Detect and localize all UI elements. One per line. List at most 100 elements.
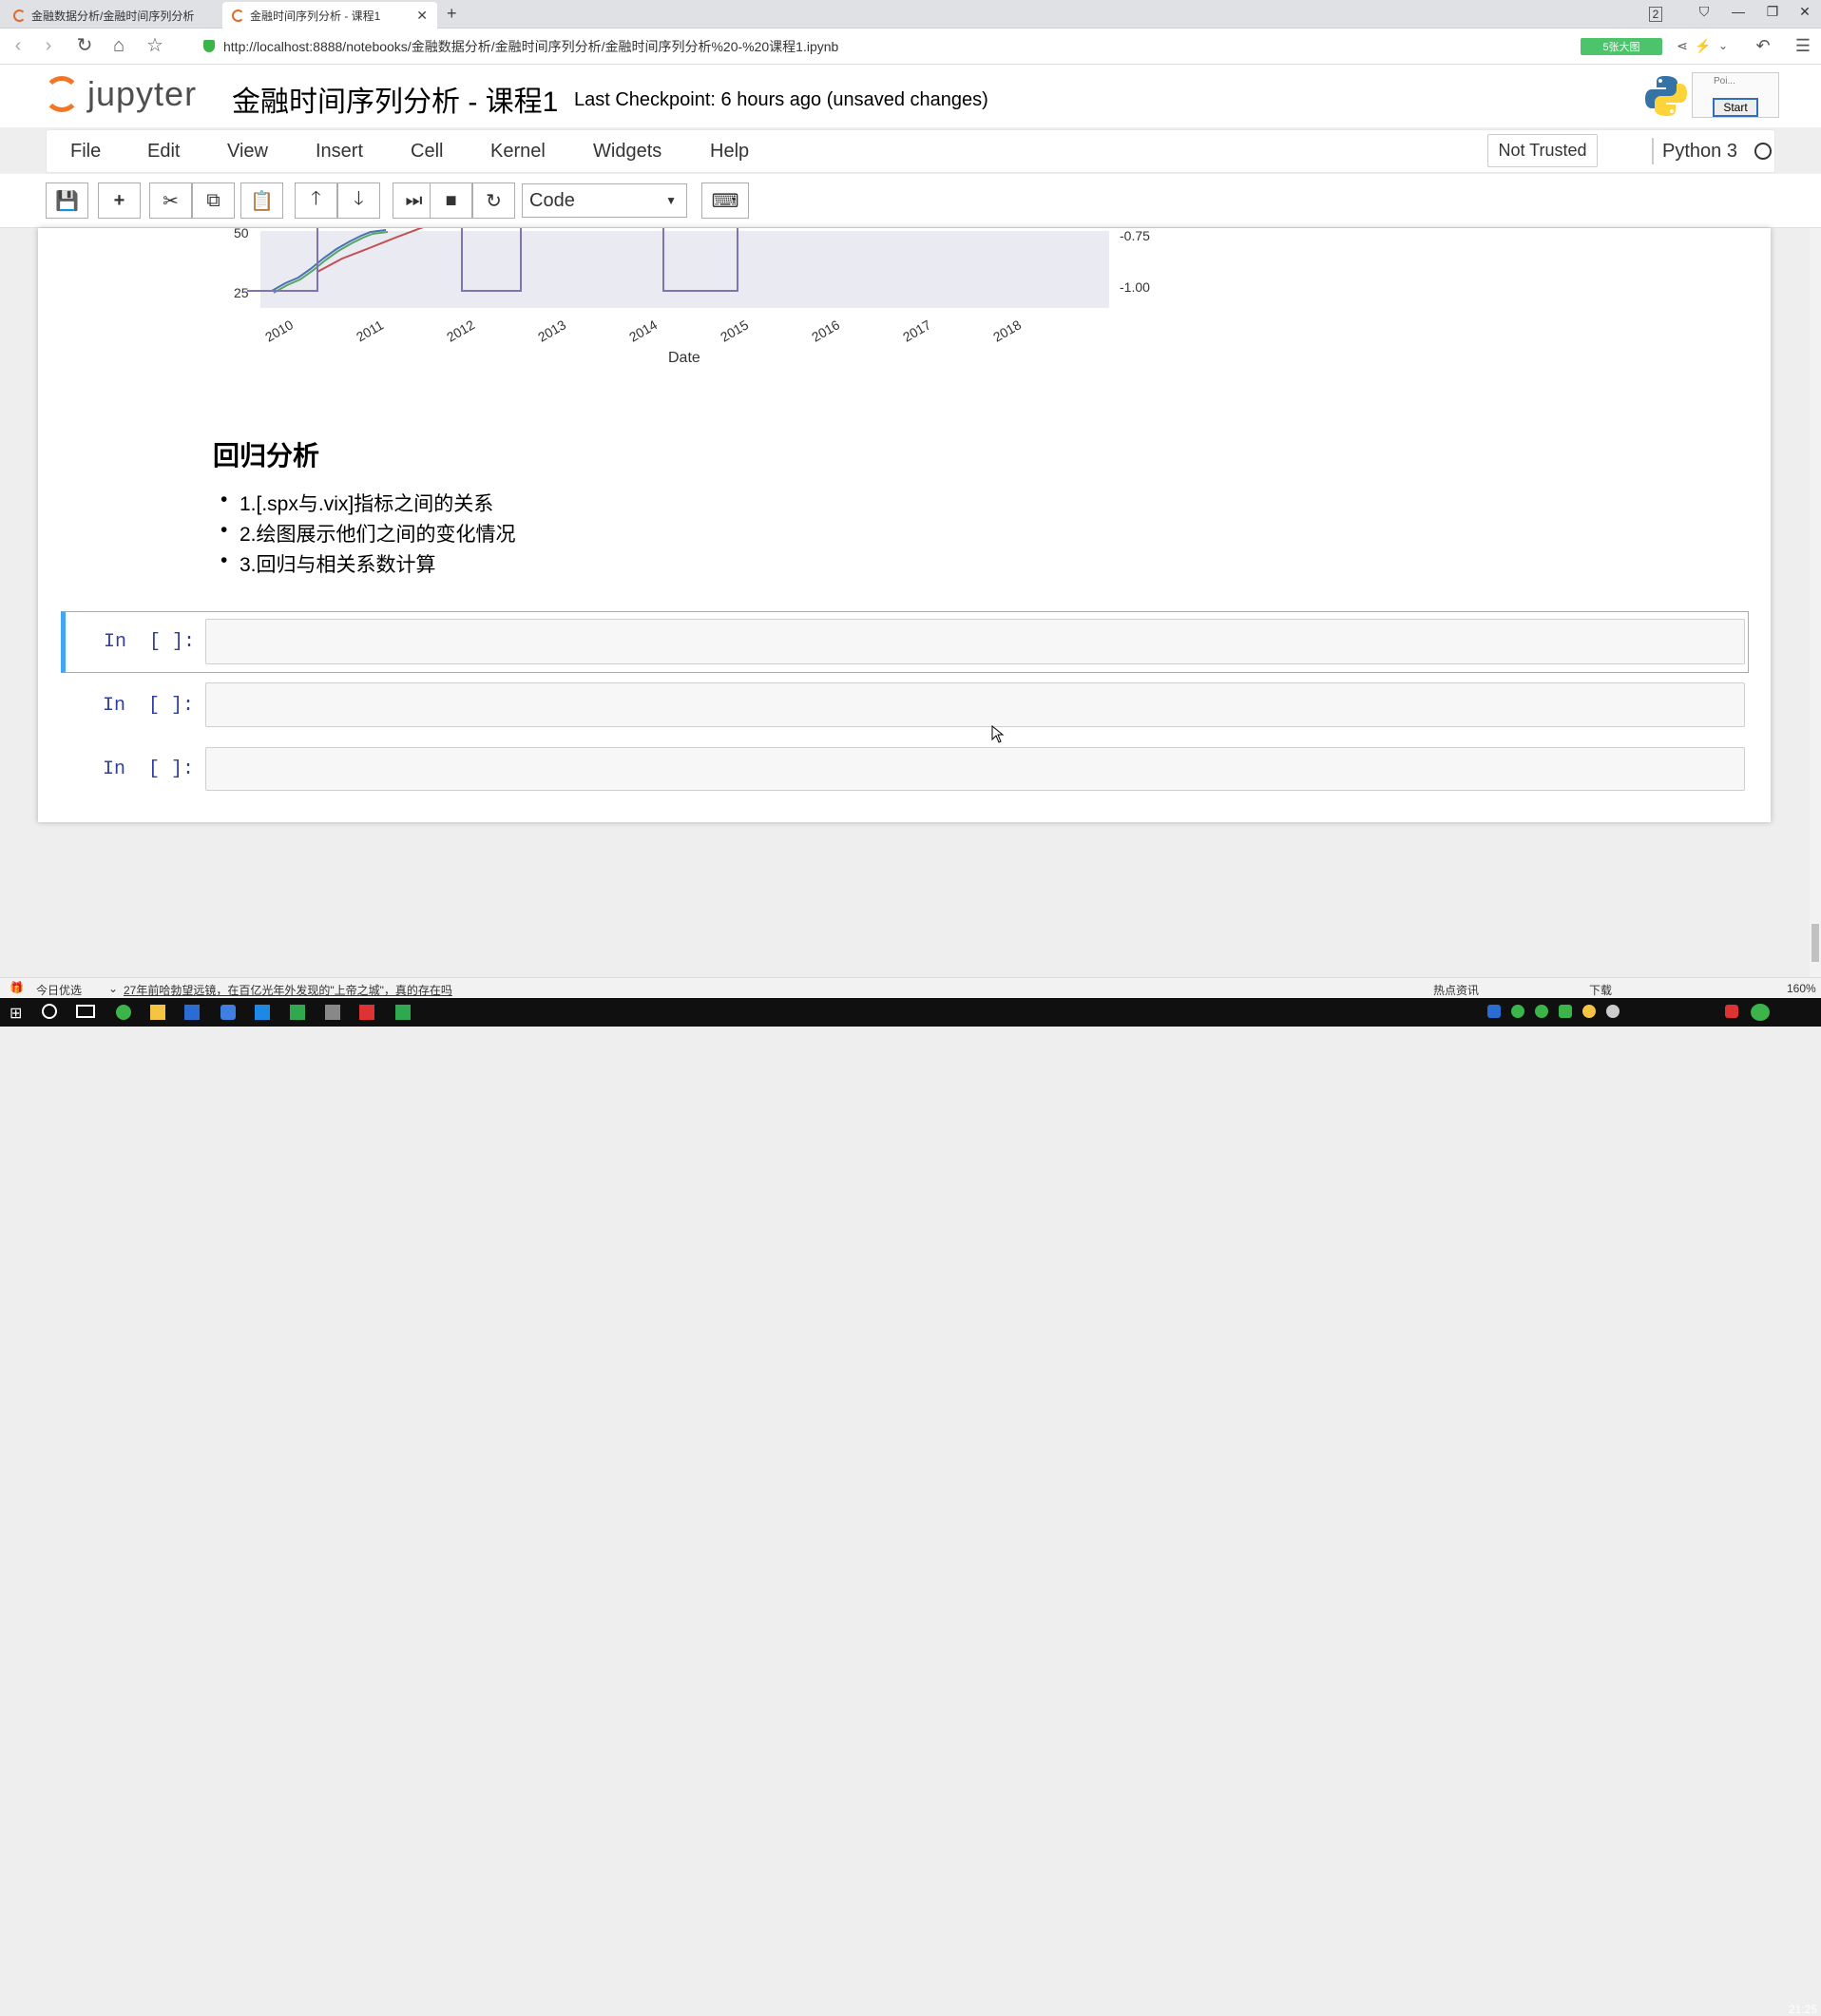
menu-edit[interactable]: Edit [147, 141, 180, 163]
move-up-button[interactable]: 🡑 [295, 182, 337, 219]
new-tab-icon[interactable]: + [447, 4, 457, 24]
tray-icon[interactable] [1751, 1004, 1770, 1021]
mouse-cursor-icon [991, 725, 1005, 743]
app-icon[interactable] [255, 1005, 270, 1020]
address-bar: ‹ › ↻ ⌂ ☆ http://localhost:8888/notebook… [0, 29, 1821, 65]
cut-button[interactable]: ✂ [149, 182, 192, 219]
kernel-name[interactable]: Python 3 [1662, 141, 1737, 163]
tray-icon[interactable] [1487, 1005, 1501, 1018]
menu-insert[interactable]: Insert [316, 141, 363, 163]
jupyter-logo-icon [44, 76, 80, 112]
markdown-heading: 回归分析 [213, 441, 320, 470]
back-icon[interactable]: ‹ [6, 36, 30, 55]
scrollbar-thumb[interactable] [1811, 924, 1819, 962]
undo-icon[interactable]: ↶ [1751, 36, 1775, 55]
plus-icon: + [113, 189, 125, 211]
secure-shield-icon [203, 40, 215, 52]
jupyter-favicon-icon [232, 9, 244, 22]
bullet-item: 1.[.spx与.vix]指标之间的关系 [220, 489, 493, 517]
jupyter-header: jupyter 金融时间序列分析 - 课程1 Last Checkpoint: … [0, 65, 1821, 127]
menu-widgets[interactable]: Widgets [593, 141, 661, 163]
code-input[interactable] [205, 619, 1745, 664]
close-window-icon[interactable]: ✕ [1791, 4, 1819, 20]
code-input[interactable] [205, 682, 1745, 727]
restart-icon: ↻ [486, 190, 502, 212]
code-cell-selected[interactable]: In [ ]: [61, 611, 1749, 673]
copy-button[interactable]: ⧉ [192, 182, 235, 219]
insert-cell-button[interactable]: + [98, 182, 141, 219]
app-icon[interactable] [359, 1005, 374, 1020]
arrow-down-icon: 🡓 [354, 188, 364, 209]
app-icon[interactable] [325, 1005, 340, 1020]
restart-button[interactable]: ↻ [472, 182, 515, 219]
tab-label: 金融时间序列分析 - 课程1 [250, 9, 381, 23]
tray-icon[interactable] [1725, 1005, 1738, 1018]
menu-icon[interactable]: ☰ [1791, 36, 1815, 55]
command-palette-button[interactable]: ⌨ [701, 182, 749, 219]
plot-area [260, 231, 1109, 308]
tray-icon[interactable] [1559, 1005, 1572, 1018]
windows-start-icon[interactable]: ⊞ [10, 1004, 22, 1023]
menu-file[interactable]: File [70, 141, 101, 163]
start-button[interactable]: Start [1713, 98, 1758, 117]
shield-app-icon[interactable] [220, 1005, 236, 1020]
jupyter-favicon-icon [13, 9, 26, 22]
download-label[interactable]: 下载 [1589, 982, 1612, 998]
menu-help[interactable]: Help [710, 141, 749, 163]
y-tick-left: 50 [234, 225, 249, 240]
tray-icon[interactable] [1582, 1005, 1596, 1018]
minimize-icon[interactable]: — [1724, 4, 1753, 19]
today-picks-label[interactable]: 今日优选 [36, 982, 82, 998]
reload-icon[interactable]: ↻ [72, 36, 97, 55]
file-explorer-icon[interactable] [150, 1005, 165, 1020]
tray-icon[interactable] [1511, 1005, 1524, 1018]
app-icon[interactable] [290, 1005, 305, 1020]
arrow-up-icon: 🡑 [311, 188, 321, 209]
menu-cell[interactable]: Cell [411, 141, 443, 163]
hot-news-label[interactable]: 热点资讯 [1433, 982, 1479, 998]
stop-icon: ■ [445, 189, 457, 211]
restore-icon[interactable]: ❐ [1758, 4, 1787, 20]
cell-prompt: In [ ]: [103, 695, 195, 717]
task-view-icon[interactable] [76, 1005, 95, 1018]
paste-button[interactable]: 📋 [240, 182, 283, 219]
jupyter-logo[interactable]: jupyter [44, 74, 197, 114]
chevron-down-icon[interactable]: ⌄ [1711, 36, 1735, 55]
chevron-down-icon: ▼ [665, 194, 677, 207]
images-button[interactable]: 5张大图 [1581, 38, 1662, 55]
copy-icon: ⧉ [206, 189, 220, 211]
jupyter-logo-text: jupyter [87, 74, 198, 113]
bullet-item: 2.绘图展示他们之间的变化情况 [220, 519, 515, 547]
forward-icon[interactable]: › [36, 36, 61, 55]
code-cell[interactable]: In [ ]: [61, 682, 1749, 730]
page-scrollbar[interactable] [1810, 228, 1821, 977]
bookmark-star-icon[interactable]: ☆ [143, 36, 167, 55]
tab-active[interactable]: 金融时间序列分析 - 课程1 ✕ [222, 2, 437, 29]
tab-inactive[interactable]: 金融数据分析/金融时间序列分析 [4, 2, 219, 29]
save-icon: 💾 [55, 190, 79, 212]
tab-count-badge[interactable]: 2 [1649, 7, 1662, 22]
notebook-title[interactable]: 金融时间序列分析 - 课程1 [232, 78, 558, 120]
url-input[interactable]: http://localhost:8888/notebooks/金融数据分析/金… [223, 37, 838, 56]
news-link[interactable]: 27年前哈勃望远镜，在百亿光年外发现的"上帝之城"，真的存在吗 [124, 982, 452, 998]
app-360-icon[interactable] [116, 1005, 131, 1020]
interrupt-button[interactable]: ■ [430, 182, 472, 219]
not-trusted-button[interactable]: Not Trusted [1487, 134, 1598, 167]
app-icon[interactable] [395, 1005, 411, 1020]
menu-view[interactable]: View [227, 141, 268, 163]
code-input[interactable] [205, 747, 1745, 791]
code-cell[interactable]: In [ ]: [61, 747, 1749, 795]
menu-kernel[interactable]: Kernel [490, 141, 546, 163]
app-icon[interactable] [184, 1005, 200, 1020]
search-icon[interactable] [42, 1004, 57, 1019]
zoom-level[interactable]: 160% [1787, 982, 1816, 995]
move-down-button[interactable]: 🡓 [337, 182, 380, 219]
bullet-item: 3.回归与相关系数计算 [220, 549, 435, 578]
tray-icon[interactable] [1535, 1005, 1548, 1018]
shirt-skin-icon[interactable]: ⛉ [1690, 4, 1718, 20]
home-icon[interactable]: ⌂ [106, 36, 131, 55]
save-button[interactable]: 💾 [46, 182, 88, 219]
close-tab-icon[interactable]: ✕ [416, 8, 428, 24]
tray-icon[interactable] [1606, 1005, 1620, 1018]
cell-type-select[interactable]: Code ▼ [522, 183, 687, 218]
